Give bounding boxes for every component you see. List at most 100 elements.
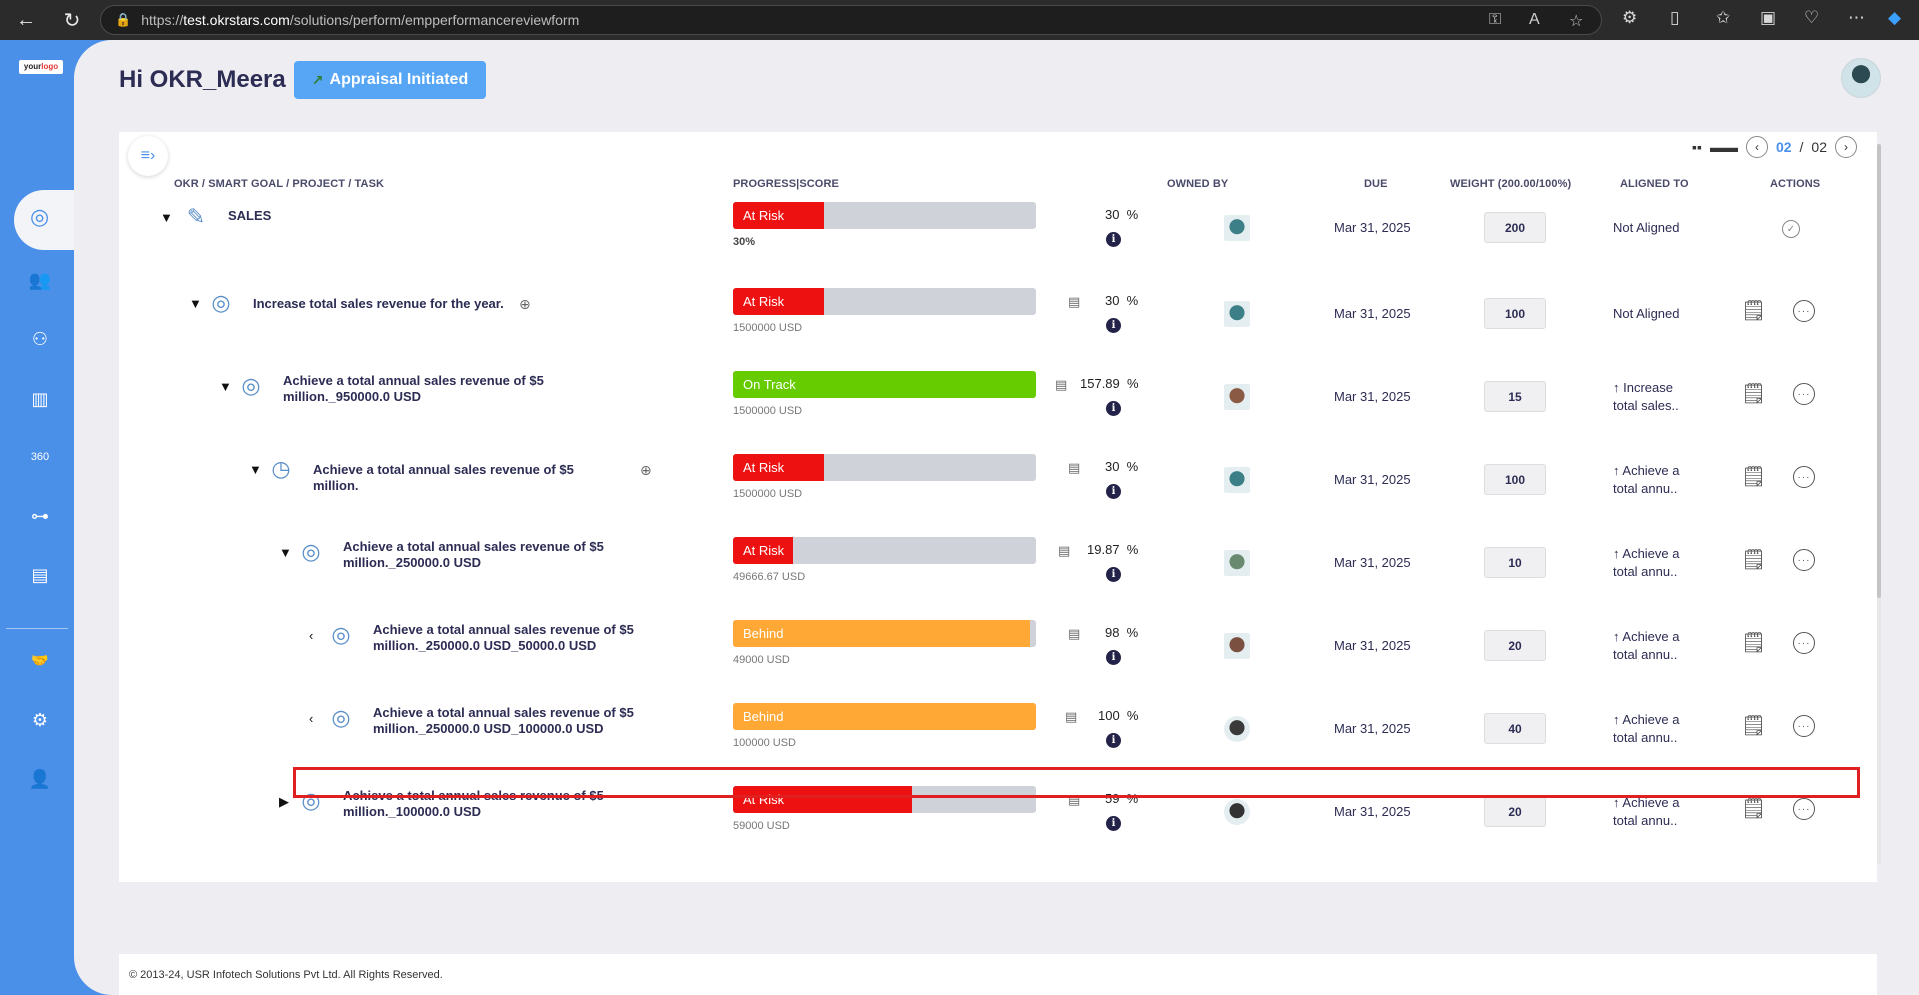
back-icon[interactable]: ←: [8, 2, 44, 38]
info-icon[interactable]: i: [1106, 401, 1121, 416]
favorite-star-icon[interactable]: ☆: [1569, 11, 1583, 31]
info-icon[interactable]: i: [1106, 650, 1121, 665]
owner-avatar[interactable]: [1224, 716, 1250, 742]
user-avatar[interactable]: [1841, 58, 1881, 98]
goal-title[interactable]: Achieve a total annual sales revenue of …: [313, 462, 613, 494]
url-text: https://test.okrstars.com/solutions/perf…: [141, 12, 580, 28]
column-progress: PROGRESS|SCORE: [733, 178, 839, 190]
address-bar[interactable]: 🔒 https://test.okrstars.com/solutions/pe…: [100, 5, 1602, 35]
list-view-icon[interactable]: ▪▪: [1692, 139, 1702, 155]
next-page-button[interactable]: ›: [1835, 136, 1857, 158]
aligned-to: ↑ Achieve a total annu..: [1613, 629, 1680, 662]
owner-avatar[interactable]: [1224, 550, 1250, 576]
goal-title[interactable]: Achieve a total annual sales revenue of …: [283, 373, 583, 405]
expand-toggle-icon[interactable]: ▼: [219, 379, 232, 394]
owner-avatar[interactable]: [1224, 301, 1250, 327]
info-icon[interactable]: i: [1106, 484, 1121, 499]
health-icon[interactable]: ♡: [1804, 8, 1819, 28]
weight-input[interactable]: 100: [1484, 298, 1546, 329]
weight-input[interactable]: 100: [1484, 464, 1546, 495]
goal-title[interactable]: Achieve a total annual sales revenue of …: [343, 539, 643, 571]
info-icon[interactable]: i: [1106, 232, 1121, 247]
note-icon[interactable]: ▤: [1055, 377, 1067, 393]
review-card-icon[interactable]: 🗒: [1741, 796, 1766, 821]
expand-toggle-icon[interactable]: ▼: [160, 210, 173, 225]
goal-type-icon: ◎: [331, 705, 351, 730]
goal-title[interactable]: Achieve a total annual sales revenue of …: [373, 705, 673, 737]
progress-percent: 98 %: [1105, 625, 1139, 640]
prev-page-button[interactable]: ‹: [1745, 136, 1768, 158]
refresh-icon[interactable]: ↻: [54, 2, 90, 38]
favorites-icon[interactable]: ✩: [1716, 8, 1730, 28]
goal-title[interactable]: Achieve a total annual sales revenue of …: [373, 622, 673, 654]
owner-avatar[interactable]: [1224, 215, 1250, 241]
column-actions: ACTIONS: [1770, 178, 1821, 190]
expand-toggle-icon[interactable]: ‹: [309, 628, 313, 643]
note-icon[interactable]: ▤: [1068, 460, 1080, 476]
weight-input[interactable]: 200: [1484, 212, 1546, 243]
copilot-icon[interactable]: ◆: [1888, 8, 1901, 28]
aligned-to: ↑ Achieve a total annu..: [1613, 546, 1680, 579]
review-card-icon[interactable]: 🗒: [1741, 381, 1766, 406]
appraisal-status-button[interactable]: ↗ Appraisal Initiated: [294, 61, 486, 99]
more-options-icon[interactable]: ···: [1793, 632, 1815, 654]
more-options-icon[interactable]: ···: [1793, 798, 1815, 820]
owner-avatar[interactable]: [1224, 799, 1250, 825]
owner-avatar[interactable]: [1224, 384, 1250, 410]
more-icon[interactable]: ⋯: [1848, 8, 1865, 28]
note-icon[interactable]: ▤: [1065, 709, 1077, 725]
info-icon[interactable]: i: [1106, 318, 1121, 333]
info-icon[interactable]: i: [1106, 567, 1121, 582]
progress-bar: At Risk: [733, 454, 1036, 481]
review-card-icon[interactable]: 🗒: [1741, 464, 1766, 489]
goal-title[interactable]: Increase total sales revenue for the yea…: [253, 296, 504, 312]
owner-avatar[interactable]: [1224, 467, 1250, 493]
weight-input[interactable]: 20: [1484, 630, 1546, 661]
more-options-icon[interactable]: ···: [1793, 300, 1815, 322]
expand-toggle-icon[interactable]: ▼: [279, 545, 292, 560]
status-label: Behind: [743, 709, 784, 724]
progress-percent: 30 %: [1105, 207, 1139, 222]
weight-input[interactable]: 15: [1484, 381, 1546, 412]
info-icon[interactable]: i: [1106, 816, 1121, 831]
expand-toggle-icon[interactable]: ‹: [309, 711, 313, 726]
goal-title[interactable]: SALES: [228, 208, 271, 224]
due-date: Mar 31, 2025: [1334, 721, 1411, 736]
note-icon[interactable]: ▤: [1068, 626, 1080, 642]
progress-percent: 157.89 %: [1080, 376, 1139, 391]
table-row: ▼ ◷ Achieve a total annual sales revenue o…: [0, 452, 1919, 520]
more-options-icon[interactable]: ···: [1793, 549, 1815, 571]
collections-icon[interactable]: ▣: [1760, 8, 1776, 28]
read-aloud-icon[interactable]: A: [1529, 11, 1540, 29]
note-icon[interactable]: ▤: [1068, 294, 1080, 310]
more-options-icon[interactable]: ···: [1793, 466, 1815, 488]
progress-target: 100000 USD: [733, 737, 796, 749]
expand-toggle-icon[interactable]: ▼: [189, 296, 202, 311]
arrow-icon: ↗: [311, 71, 324, 88]
review-card-icon[interactable]: 🗒: [1741, 547, 1766, 572]
more-options-icon[interactable]: ···: [1793, 383, 1815, 405]
review-card-icon[interactable]: 🗒: [1741, 298, 1766, 323]
key-icon[interactable]: ⚿: [1489, 11, 1501, 29]
more-options-icon[interactable]: ···: [1793, 715, 1815, 737]
expand-toggle-icon[interactable]: ▼: [249, 462, 262, 477]
info-icon[interactable]: i: [1106, 733, 1121, 748]
check-circle-icon[interactable]: ✓: [1782, 220, 1800, 238]
weight-input[interactable]: 40: [1484, 713, 1546, 744]
due-date: Mar 31, 2025: [1334, 804, 1411, 819]
review-card-icon[interactable]: 🗒: [1741, 713, 1766, 738]
collapse-sidebar-button[interactable]: ≡›: [128, 136, 168, 176]
owner-avatar[interactable]: [1224, 633, 1250, 659]
column-owned-by: OWNED BY: [1167, 178, 1229, 190]
split-screen-icon[interactable]: ▯: [1670, 8, 1679, 28]
weight-input[interactable]: 10: [1484, 547, 1546, 578]
grid-view-icon[interactable]: ▬▬: [1710, 139, 1738, 155]
note-icon[interactable]: ▤: [1058, 543, 1070, 559]
extensions-icon[interactable]: ⚙: [1622, 8, 1637, 28]
progress-percent: 100 %: [1098, 708, 1139, 723]
due-date: Mar 31, 2025: [1334, 389, 1411, 404]
status-label: At Risk: [743, 543, 785, 558]
review-card-icon[interactable]: 🗒: [1741, 630, 1766, 655]
weight-input[interactable]: 20: [1484, 796, 1546, 827]
expand-toggle-icon[interactable]: ▶: [279, 794, 289, 810]
